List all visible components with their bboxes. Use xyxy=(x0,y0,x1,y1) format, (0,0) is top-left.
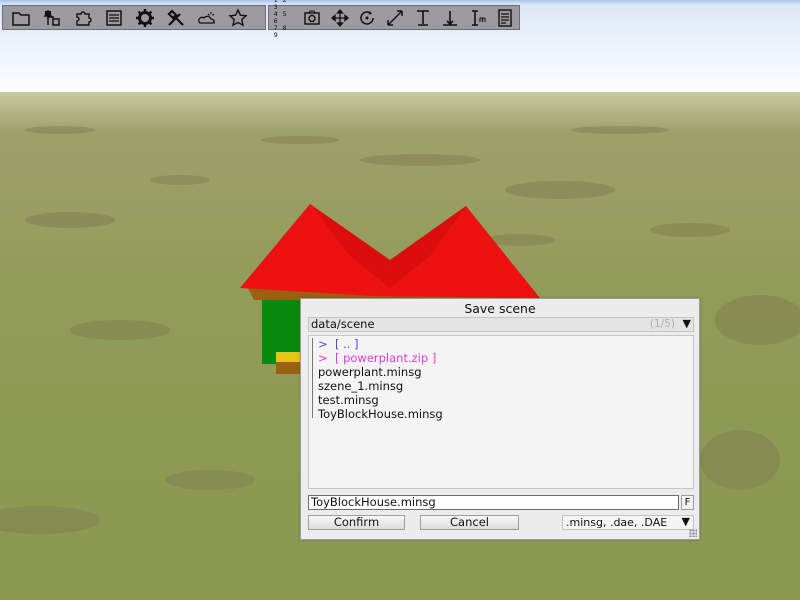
rotate-button[interactable] xyxy=(354,7,382,29)
chevron-down-icon: ▼ xyxy=(681,515,690,528)
scale-icon xyxy=(387,9,403,26)
main-toolbar xyxy=(2,5,266,30)
star-icon xyxy=(227,7,248,27)
move-icon xyxy=(330,8,349,27)
snap-top-icon xyxy=(416,9,429,26)
cancel-button[interactable]: Cancel xyxy=(420,515,519,530)
rotate-icon xyxy=(360,10,375,25)
scene-tree-icon xyxy=(43,9,60,26)
file-type-select[interactable]: .minsg, .dae, .DAE ▼ xyxy=(562,515,694,530)
plugin-button[interactable] xyxy=(67,7,98,29)
filename-input[interactable]: ToyBlockHouse.minsg xyxy=(308,495,679,510)
dialog-title[interactable]: Save scene xyxy=(301,301,699,317)
resize-grip[interactable] xyxy=(689,529,697,537)
tools-icon xyxy=(166,8,184,26)
list-item-parent-dir[interactable]: > [ .. ] xyxy=(318,337,359,351)
measure-button[interactable] xyxy=(464,7,492,29)
plugin-icon xyxy=(75,10,92,26)
number-grid: 1 2 3 4 5 6 7 8 9 xyxy=(273,0,288,39)
directory-path-bar[interactable]: data/scene (1/5) ▼ xyxy=(308,317,694,332)
open-folder-button[interactable] xyxy=(5,7,36,29)
list-button[interactable] xyxy=(98,7,129,29)
page-count: (1/5) xyxy=(649,318,675,330)
confirm-button[interactable]: Confirm xyxy=(308,515,405,530)
list-indicator xyxy=(312,338,313,418)
f-button[interactable]: F xyxy=(681,495,694,510)
open-folder-icon xyxy=(11,11,30,26)
directory-path: data/scene xyxy=(311,317,375,331)
list-item[interactable]: test.minsg xyxy=(318,393,379,407)
snapshot-icon xyxy=(304,10,321,25)
snap-bottom-icon xyxy=(443,10,458,26)
list-item-zip[interactable]: > [ powerplant.zip ] xyxy=(318,351,436,365)
chevron-down-icon[interactable]: ▼ xyxy=(683,317,691,331)
favorites-button[interactable] xyxy=(222,7,253,29)
move-button[interactable] xyxy=(326,7,354,29)
snap-top-button[interactable] xyxy=(409,7,437,29)
tools-button[interactable] xyxy=(160,7,191,29)
list-item[interactable]: powerplant.minsg xyxy=(318,365,422,379)
number-grid-button[interactable]: 1 2 3 4 5 6 7 8 9 xyxy=(271,0,299,38)
properties-button[interactable] xyxy=(492,7,520,29)
gear-icon xyxy=(135,8,154,27)
scale-button[interactable] xyxy=(381,7,409,29)
transform-toolbar: 1 2 3 4 5 6 7 8 9 xyxy=(268,0,520,38)
save-scene-dialog: Save scene data/scene (1/5) ▼ > [ .. ] >… xyxy=(300,298,700,540)
file-list[interactable]: > [ .. ] > [ powerplant.zip ] powerplant… xyxy=(308,335,694,489)
settings-button[interactable] xyxy=(129,7,160,29)
weather-button[interactable] xyxy=(191,7,222,29)
measure-icon xyxy=(471,9,486,26)
list-item[interactable]: ToyBlockHouse.minsg xyxy=(318,407,443,421)
properties-icon xyxy=(498,8,512,27)
list-icon xyxy=(105,9,122,26)
snap-bottom-button[interactable] xyxy=(436,7,464,29)
weather-icon xyxy=(197,11,215,24)
scene-tree-button[interactable] xyxy=(36,7,67,29)
list-item[interactable]: szene_1.minsg xyxy=(318,379,403,393)
snapshot-button[interactable] xyxy=(299,7,327,29)
file-type-value: .minsg, .dae, .DAE xyxy=(566,516,668,529)
